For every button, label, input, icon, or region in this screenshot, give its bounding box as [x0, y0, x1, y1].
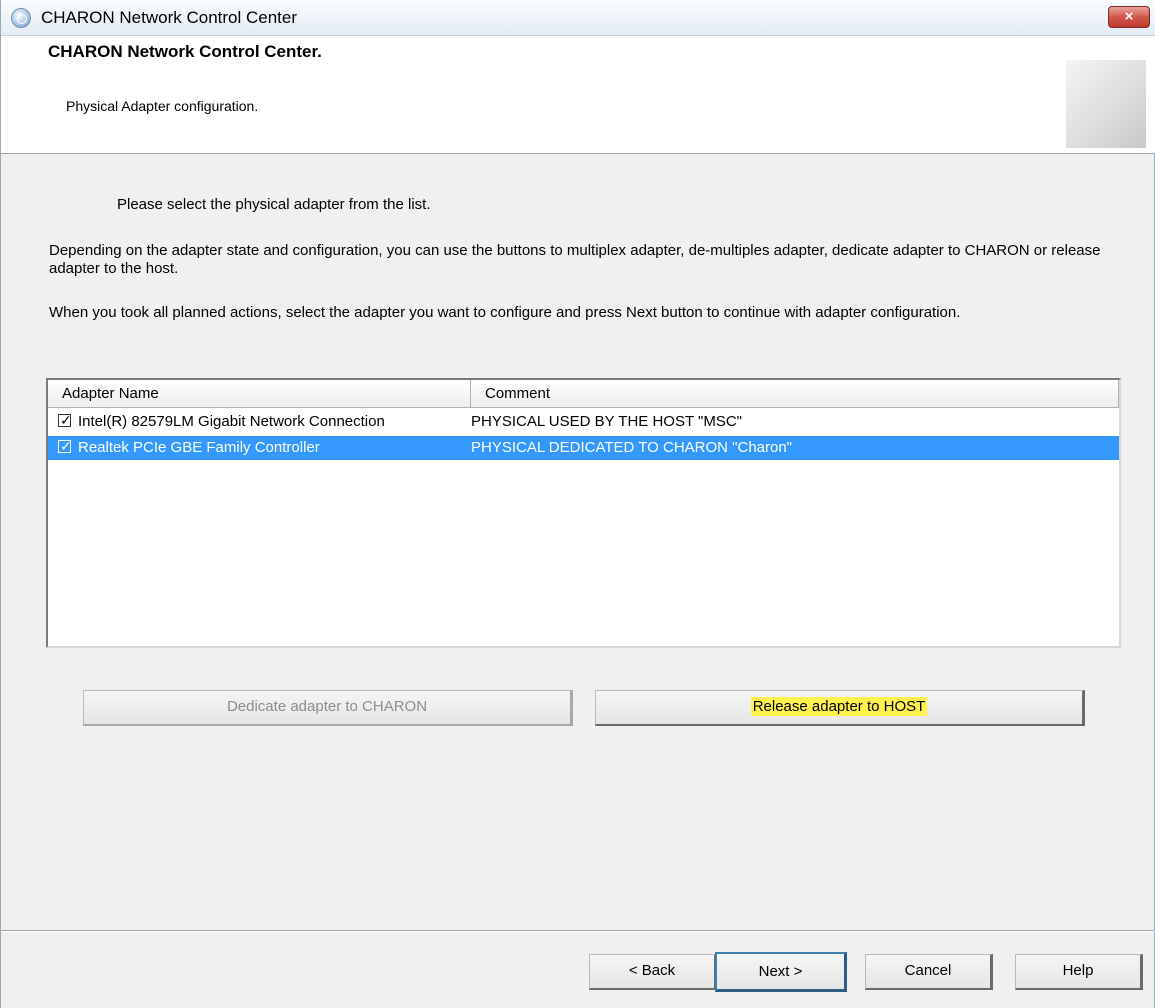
adapter-list[interactable]: Adapter Name Comment Intel(R) 82579LM Gi… [46, 378, 1121, 648]
title-bar[interactable]: CHARON Network Control Center × [1, 0, 1155, 36]
dedicate-adapter-button[interactable]: Dedicate adapter to CHARON [83, 690, 573, 726]
adapter-checkbox[interactable] [58, 434, 72, 458]
adapter-checkbox[interactable] [58, 408, 72, 432]
list-item[interactable]: Realtek PCIe GBE Family Controller PHYSI… [48, 434, 1119, 460]
header-title: CHARON Network Control Center. [48, 42, 322, 61]
column-header-comment[interactable]: Comment [471, 380, 1119, 407]
next-button[interactable]: Next > [715, 952, 847, 992]
header-graphic [1066, 60, 1146, 148]
description-paragraph-2: When you took all planned actions, selec… [49, 304, 961, 321]
header-subtitle: Physical Adapter configuration. [66, 98, 259, 114]
release-adapter-label: Release adapter to HOST [750, 697, 928, 716]
footer-separator [1, 930, 1155, 932]
back-button[interactable]: < Back [589, 954, 717, 990]
window-title: CHARON Network Control Center [41, 8, 298, 27]
adapter-comment: PHYSICAL DEDICATED TO CHARON "Charon" [471, 439, 793, 456]
list-item[interactable]: Intel(R) 82579LM Gigabit Network Connect… [48, 408, 1119, 434]
column-header-adapter-name[interactable]: Adapter Name [48, 380, 471, 407]
adapter-comment: PHYSICAL USED BY THE HOST "MSC" [471, 413, 742, 430]
cancel-button[interactable]: Cancel [865, 954, 993, 990]
description-paragraph-1: Depending on the adapter state and confi… [49, 242, 1101, 277]
adapter-name: Realtek PCIe GBE Family Controller [78, 439, 320, 456]
wizard-header: CHARON Network Control Center. Physical … [1, 36, 1155, 154]
release-adapter-button[interactable]: Release adapter to HOST [595, 690, 1085, 726]
adapter-name: Intel(R) 82579LM Gigabit Network Connect… [78, 413, 385, 430]
app-icon [11, 8, 31, 28]
dialog-window: CHARON Network Control Center × CHARON N… [0, 0, 1155, 1008]
close-button[interactable]: × [1108, 6, 1150, 28]
list-header: Adapter Name Comment [48, 380, 1119, 408]
help-button[interactable]: Help [1015, 954, 1143, 990]
instruction-text: Please select the physical adapter from … [117, 196, 431, 213]
